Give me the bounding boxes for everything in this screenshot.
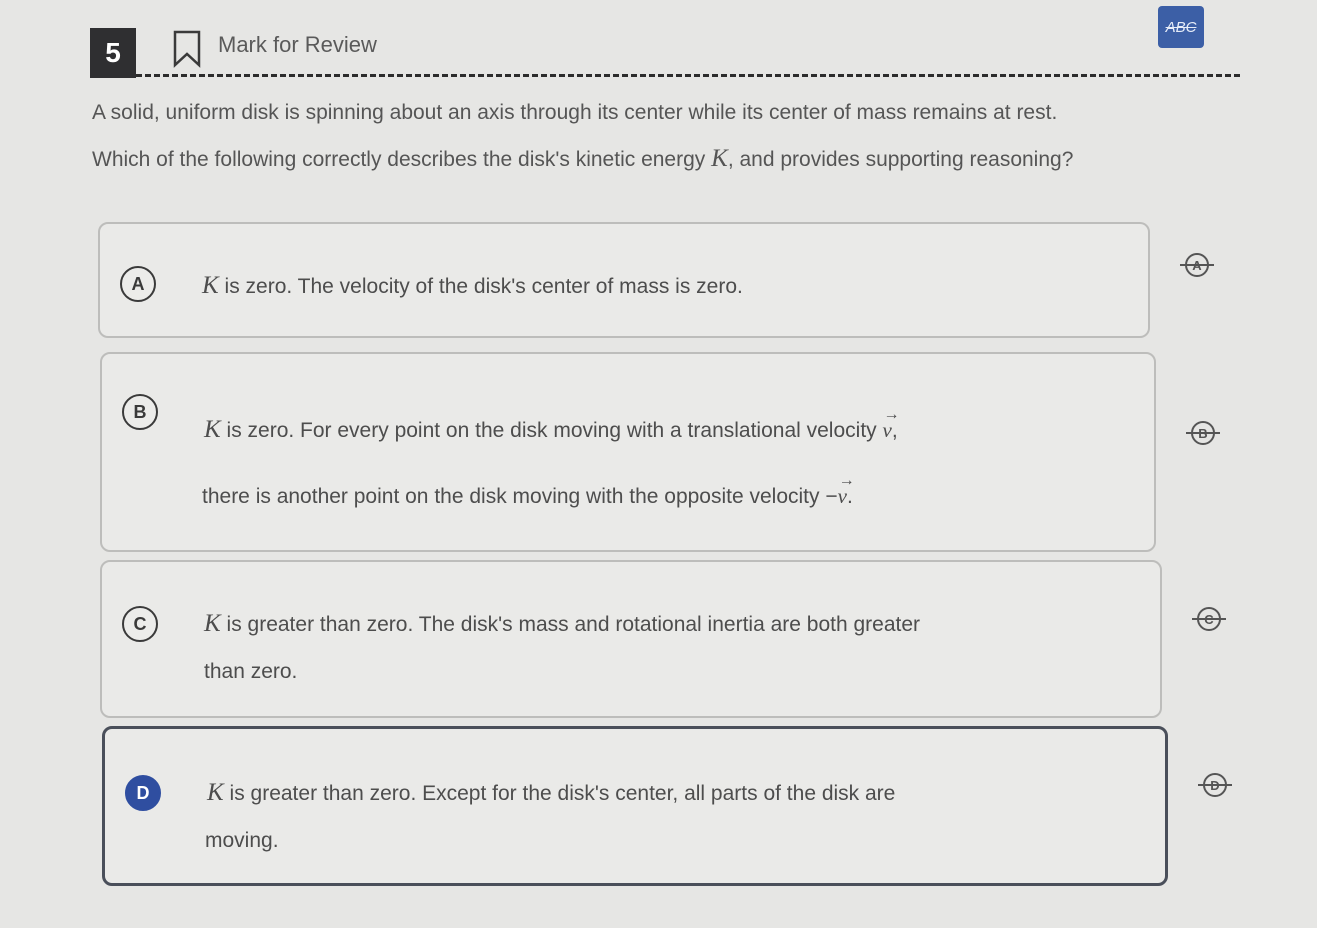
option-letter-d: D: [125, 775, 161, 811]
answer-eliminator-button[interactable]: ABC: [1158, 6, 1204, 48]
option-b-text-line1: K is zero. For every point on the disk m…: [204, 401, 901, 445]
question-stem: A solid, uniform disk is spinning about …: [92, 90, 1242, 183]
question-number: 5: [90, 28, 136, 78]
variable-k: K: [711, 145, 728, 172]
strike-option-d-icon[interactable]: D: [1198, 770, 1232, 800]
question-line-1: A solid, uniform disk is spinning about …: [92, 101, 1058, 124]
option-letter-c: C: [122, 606, 158, 642]
question-line-2: Which of the following correctly describ…: [92, 145, 1074, 172]
option-c-text-line2: than zero.: [204, 660, 298, 683]
svg-text:A: A: [1192, 258, 1202, 273]
strike-option-c-icon[interactable]: C: [1192, 604, 1226, 634]
bookmark-icon[interactable]: [172, 30, 202, 73]
svg-text:C: C: [1204, 612, 1214, 627]
option-c-text-line1: K is greater than zero. The disk's mass …: [204, 610, 921, 637]
option-a-text: K is zero. The velocity of the disk's ce…: [202, 272, 743, 299]
answer-option-b[interactable]: B K is zero. For every point on the disk…: [100, 352, 1156, 552]
opposite-velocity-vector: v: [838, 467, 856, 510]
option-b-text-line2: there is another point on the disk movin…: [202, 467, 856, 511]
velocity-vector: v: [883, 401, 901, 444]
answer-option-a[interactable]: A K is zero. The velocity of the disk's …: [98, 222, 1150, 338]
strike-option-b-icon[interactable]: B: [1186, 418, 1220, 448]
option-letter-a: A: [120, 266, 156, 302]
svg-text:D: D: [1210, 778, 1219, 793]
answer-option-c[interactable]: C K is greater than zero. The disk's mas…: [100, 560, 1162, 718]
question-header: 5 Mark for Review ABC: [90, 6, 1240, 78]
option-letter-b: B: [122, 394, 158, 430]
svg-text:B: B: [1198, 426, 1207, 441]
header-divider: [136, 74, 1240, 77]
mark-for-review-label[interactable]: Mark for Review: [218, 32, 377, 58]
option-d-text-line2: moving.: [205, 829, 279, 852]
option-d-text-line1: K is greater than zero. Except for the d…: [207, 779, 896, 806]
strike-option-a-icon[interactable]: A: [1180, 250, 1214, 280]
answer-option-d[interactable]: D K is greater than zero. Except for the…: [102, 726, 1168, 886]
abc-strike-icon: ABC: [1165, 18, 1197, 36]
